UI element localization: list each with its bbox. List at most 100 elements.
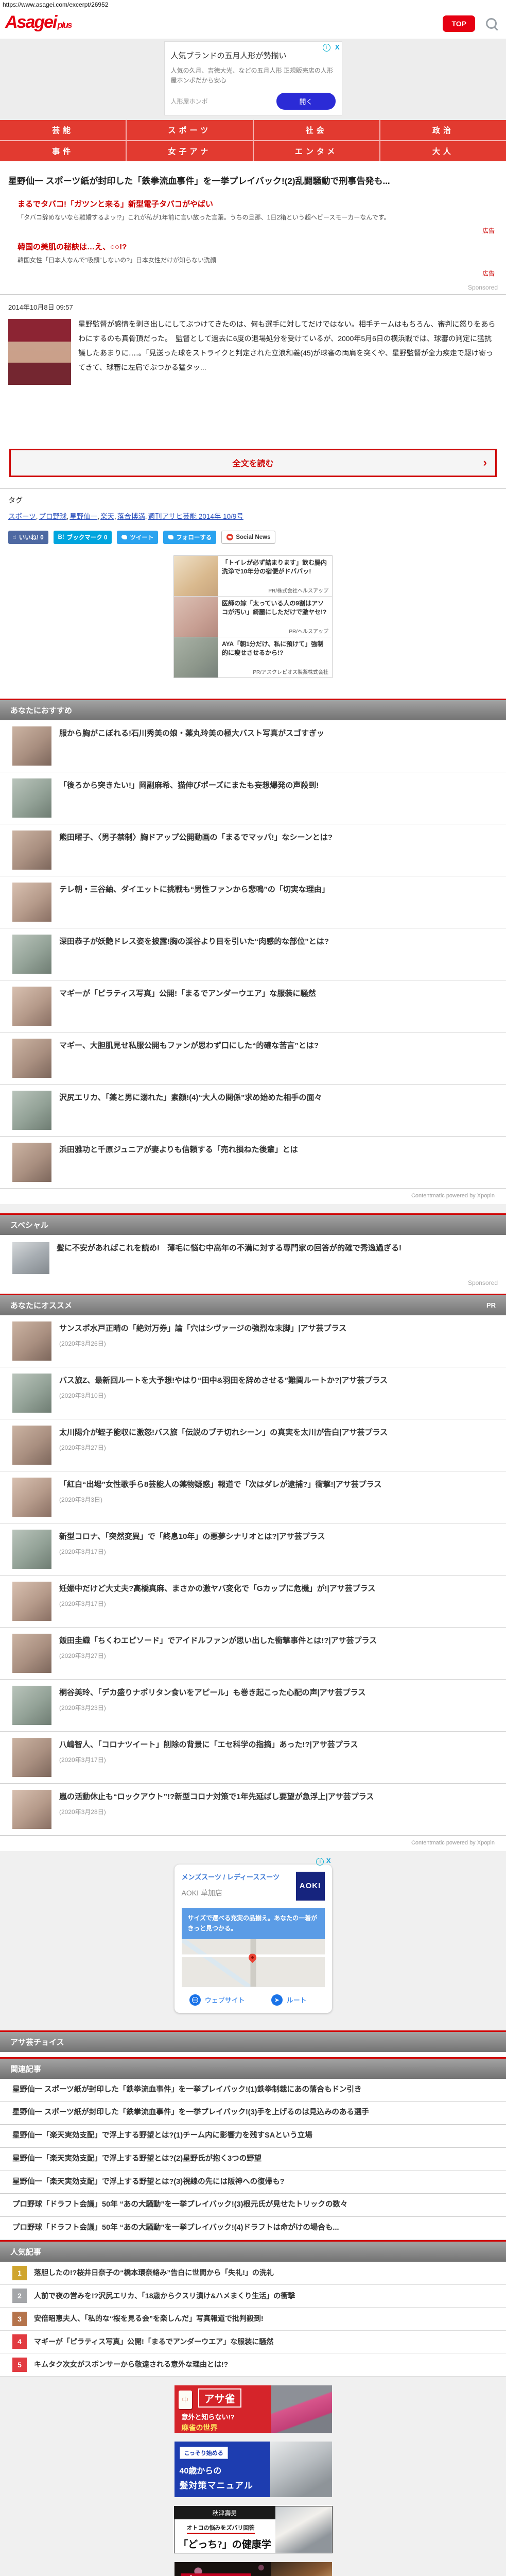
ad-title[interactable]: 人気ブランドの五月人形が勢揃い bbox=[171, 50, 336, 61]
read-more-button[interactable]: 全文を読む › bbox=[9, 448, 497, 477]
sponsored-link-desc: 「タバコ辞めないなら離婚するよッ!?」これが私が1年前に言い放った言葉。うちの旦… bbox=[18, 213, 390, 221]
tag-list: スポーツプロ野球星野仙一楽天落合博満週刊アサヒ芸能 2014年 10/9号 bbox=[8, 511, 498, 521]
ad-advertiser: 人形屋ホンポ bbox=[170, 98, 208, 106]
banner-ippai-sakaba[interactable]: 一杯酒場 bbox=[174, 2562, 332, 2576]
ad-close-icon[interactable]: X bbox=[326, 1857, 331, 1865]
follow-button[interactable]: フォローする bbox=[163, 530, 217, 544]
nav-item[interactable]: 社会 bbox=[253, 120, 379, 141]
sponsored-link-title[interactable]: 韓国の美肌の秘訣は…え、○○!? bbox=[18, 241, 498, 252]
thumbs-up-icon: ☝ bbox=[13, 534, 16, 541]
related-article-link[interactable]: 星野仙一 スポーツ紙が封印した「鉄拳流血事件」を一挙プレイバック!(1)鉄拳制裁… bbox=[0, 2078, 506, 2102]
list-item-date: (2020年3月28日) bbox=[59, 1808, 106, 1816]
banner-kami-taisaku[interactable]: こっそり始める 40歳からの 髪対策マニュアル bbox=[174, 2441, 332, 2497]
pr-ad-item[interactable]: AYA「朝1分だけ、私に預けて」強制的に痩せさせるから!? PR/アスクレピオス製… bbox=[174, 637, 332, 677]
facebook-like-button[interactable]: ☝ いいね! 0 bbox=[8, 530, 48, 544]
related-article-link[interactable]: プロ野球「ドラフト会議」50年 “あの大騒動”を一挙プレイバック!(4)ドラフト… bbox=[0, 2217, 506, 2240]
ad-open-button[interactable]: 開く bbox=[276, 93, 336, 110]
tweet-button[interactable]: ツイート bbox=[117, 530, 159, 544]
tag-link[interactable]: 星野仙一 bbox=[69, 513, 100, 520]
divider bbox=[0, 488, 506, 489]
like-label: いいね! 0 bbox=[19, 534, 44, 541]
special-sponsored-item[interactable]: 髪に不安があればこれを読め! 薄毛に悩む中高年の不満に対する専門家の回答が的確で… bbox=[0, 1234, 506, 1276]
tweet-label: ツイート bbox=[130, 534, 154, 541]
nav-item[interactable]: 芸能 bbox=[0, 120, 126, 141]
ad-info-icon[interactable]: i bbox=[322, 44, 330, 52]
list-item[interactable]: 新型コロナ、「突然変異」で「終息10年」の悪夢シナリオとは?|アサ芸プラス (2… bbox=[0, 1523, 506, 1575]
list-item[interactable]: 沢尻エリカ、「薬と男に溺れた」素顔!(4)“大人の関係”求め始めた相手の面々 bbox=[0, 1084, 506, 1137]
nav-item[interactable]: 大人 bbox=[380, 141, 506, 162]
nav-item[interactable]: スポーツ bbox=[127, 120, 253, 141]
list-item[interactable]: サンスポ水戸正晴の「絶対万券」論「穴はシヴァージの強烈な末脚」|アサ芸プラス (… bbox=[0, 1315, 506, 1367]
list-item[interactable]: バス旅Z、最新回ルートを大予想!やはり“田中&羽田を辞めさせる”難関ルートか?|… bbox=[0, 1367, 506, 1419]
sponsored-label: Sponsored bbox=[467, 283, 498, 291]
search-icon[interactable] bbox=[486, 18, 497, 29]
tag-link[interactable]: 週刊アサヒ芸能 2014年 10/9号 bbox=[148, 513, 245, 520]
ad-close-icon[interactable]: X bbox=[335, 43, 340, 51]
hatena-bookmark-button[interactable]: B! ブックマーク 0 bbox=[53, 530, 112, 544]
pr-ad-box: 「トイレが必ず詰まります」飲む腸内洗浄で10年分の宿便がドババッ! PR/株式会社… bbox=[173, 555, 333, 678]
list-item[interactable]: 服から胸がこぼれる!石川秀美の娘・薬丸玲美の極大バスト写真がスゴすぎッ bbox=[0, 720, 506, 772]
ranked-article-link[interactable]: 1 落胆したの!?桜井日奈子の“橋本環奈絡み”告白に世間から「失礼!」の洗礼 bbox=[0, 2261, 506, 2285]
ranked-article-link[interactable]: 5 キムタク次女がスポンサーから敬遠される意外な理由とは!? bbox=[0, 2353, 506, 2377]
list-item[interactable]: 妊娠中だけど大丈夫?高橋真麻、まさかの激ヤバ変化で「Gカップに危機」が!|アサ芸… bbox=[0, 1575, 506, 1628]
aoki-map-ad[interactable]: i X メンズスーツ / レディーススーツ AOKI 草加店 AOKI サイズで… bbox=[174, 1856, 332, 2013]
section-title: 人気記事 bbox=[10, 2247, 42, 2257]
social-news-button[interactable]: Social News bbox=[221, 531, 276, 544]
related-article-link[interactable]: 星野仙一「楽天実効支配」で浮上する野望とは?(1)チーム内に影響力を残すSAとい… bbox=[0, 2125, 506, 2148]
aoki-category-link[interactable]: メンズスーツ / レディーススーツ bbox=[182, 1872, 280, 1882]
related-article-link[interactable]: プロ野球「ドラフト会議」50年 “あの大騒動”を一挙プレイバック!(3)根元氏が… bbox=[0, 2194, 506, 2217]
tag-link[interactable]: プロ野球 bbox=[39, 513, 70, 520]
pr-ad-sponsor: PR/株式会社ヘルスアップ bbox=[268, 588, 328, 594]
ranked-article-link[interactable]: 4 マギーが「ピラティス写真」公開!「まるでアンダーウエア」な服装に騒然 bbox=[0, 2330, 506, 2354]
nav-item[interactable]: 事件 bbox=[0, 141, 126, 162]
list-item-title: 「後ろから突きたい!」岡副麻希、猫伸びポーズにまたも妄想爆発の声殺到! bbox=[59, 781, 319, 790]
twitter-icon bbox=[168, 535, 174, 540]
nav-item[interactable]: エンタメ bbox=[253, 141, 379, 162]
sponsored-link-title[interactable]: まるでタバコ!「ガツンと来る」新型電子タバコがやばい bbox=[18, 198, 498, 209]
list-item[interactable]: 桐谷美玲、「デカ盛りナポリタン食いをアピール」も巻き起こった心配の声|アサ芸プラ… bbox=[0, 1679, 506, 1732]
list-item-date: (2020年3月27日) bbox=[59, 1444, 106, 1452]
list-item[interactable]: 「紅白“出場”女性歌手ら8芸能人の薬物疑惑」報道で「次はダレが逮捕?」衝撃!|ア… bbox=[0, 1471, 506, 1523]
article-title: 星野仙一 スポーツ紙が封印した「鉄拳流血事件」を一挙プレイバック!(2)乱闘騒動… bbox=[8, 176, 390, 187]
list-item[interactable]: 「後ろから突きたい!」岡副麻希、猫伸びポーズにまたも妄想爆発の声殺到! bbox=[0, 772, 506, 824]
banner-asajan[interactable]: アサ雀 意外と知らない!? 麻雀の世界 bbox=[174, 2385, 332, 2433]
route-button[interactable]: ➤ ルート bbox=[253, 1987, 325, 2013]
top-button[interactable]: TOP bbox=[443, 15, 475, 32]
pr-ad-title: 「トイレが必ず詰まります」飲む腸内洗浄で10年分の宿便がドババッ! bbox=[222, 558, 327, 575]
list-item[interactable]: 太川陽介が蛭子能収に激怒!バス旅「伝説のブチ切れシーン」の真実を太川が告白|アサ… bbox=[0, 1419, 506, 1471]
related-list: 星野仙一 スポーツ紙が封印した「鉄拳流血事件」を一挙プレイバック!(1)鉄拳制裁… bbox=[0, 2078, 506, 2240]
pr-ad-item[interactable]: 医師の嫁「太っている人の9割はアソコが汚い」綺麗にしただけで激ヤセ!? PR/ヘル… bbox=[174, 596, 332, 637]
list-item[interactable]: 熊田曜子、〈男子禁制〉胸ドアップ公開動画の「まるでマッパ!」なシーンとは? bbox=[0, 824, 506, 876]
related-article-link[interactable]: 星野仙一「楽天実効支配」で浮上する野望とは?(2)星野氏が抱く3つの野望 bbox=[0, 2147, 506, 2171]
related-article-link[interactable]: 星野仙一「楽天実効支配」で浮上する野望とは?(3)視線の先には阪神への復帰も? bbox=[0, 2171, 506, 2194]
rank-badge: 3 bbox=[12, 2311, 27, 2326]
ad-info-icon[interactable]: i bbox=[316, 1857, 324, 1866]
website-button[interactable]: ウェブサイト bbox=[182, 1987, 253, 2013]
banner-akitsu-kenkougaku[interactable]: 秋津壽男 オトコの悩みをズバリ回答 「どっち?」の健康学 bbox=[173, 2505, 333, 2553]
list-item[interactable]: 浜田雅功と千原ジュニアが妻よりも信頼する「売れ損ねた後輩」とは bbox=[0, 1136, 506, 1189]
list-item[interactable]: テレ朝・三谷紬、ダイエットに挑戦も“男性ファンから悲鳴”の「切実な理由」 bbox=[0, 876, 506, 928]
banner-text: 意外と知らない!? bbox=[181, 2413, 235, 2421]
nav-item[interactable]: 政治 bbox=[380, 120, 506, 141]
list-item[interactable]: 飯田圭織「ちくわエピソード」でアイドルファンが思い出した衝撃事件とは!?|アサ芸… bbox=[0, 1627, 506, 1680]
top-ad-card[interactable]: i X 人気ブランドの五月人形が勢揃い 人気の久月、吉徳大光、などの五月人形 正… bbox=[164, 41, 342, 116]
nav-item[interactable]: 女子アナ bbox=[127, 141, 253, 162]
list-item-title: バス旅Z、最新回ルートを大予想!やはり“田中&羽田を辞めさせる”難関ルートか?|… bbox=[59, 1376, 388, 1385]
list-item[interactable]: 深田恭子が妖艶ドレス姿を披露!胸の渓谷より目を引いた“肉感的な部位”とは? bbox=[0, 928, 506, 980]
ranked-article-link[interactable]: 3 安倍昭恵夫人、「私的な“桜を見る会”を楽しんだ」写真報道で批判殺到! bbox=[0, 2308, 506, 2331]
list-item[interactable]: マギーが「ピラティス写真」公開!「まるでアンダーウエア」な服装に騒然 bbox=[0, 980, 506, 1032]
list-item[interactable]: 嵐の活動休止も“ロックアウト”!?新型コロナ対策で1年先延ばし要望が急浮上|アサ… bbox=[0, 1783, 506, 1836]
pr-ad-item[interactable]: 「トイレが必ず詰まります」飲む腸内洗浄で10年分の宿便がドババッ! PR/株式会社… bbox=[174, 555, 332, 597]
ranked-article-link[interactable]: 2 人前で夜の営みを!?沢尻エリカ、「18歳からクスリ漬け&ハメまくり生活」の衝… bbox=[0, 2284, 506, 2308]
map-image[interactable] bbox=[181, 1939, 325, 1987]
list-item[interactable]: マギー、大胆肌見せ私服公開もファンが思わず口にした“的確な苦言”とは? bbox=[0, 1032, 506, 1084]
pr-ad-sponsor: PR/ヘルスアップ bbox=[289, 629, 328, 635]
article-body: 星野監督が感情を剥き出しにしてぶつけてきたのは、何も選手に対してだけではない。相… bbox=[8, 317, 498, 388]
related-article-link[interactable]: 星野仙一 スポーツ紙が封印した「鉄拳流血事件」を一挙プレイバック!(3)手を上げ… bbox=[0, 2102, 506, 2125]
tag-link[interactable]: スポーツ bbox=[8, 513, 39, 520]
site-logo[interactable]: Asagei plus bbox=[5, 13, 72, 31]
list-item[interactable]: 八嶋智人、「コロナツイート」削除の背景に「エセ科学の指摘」あった!?|アサ芸プラ… bbox=[0, 1731, 506, 1784]
tag-link[interactable]: 落合博満 bbox=[117, 513, 148, 520]
aoki-store-name: AOKI 草加店 bbox=[181, 1888, 222, 1897]
tag-link[interactable]: 楽天 bbox=[100, 513, 117, 520]
